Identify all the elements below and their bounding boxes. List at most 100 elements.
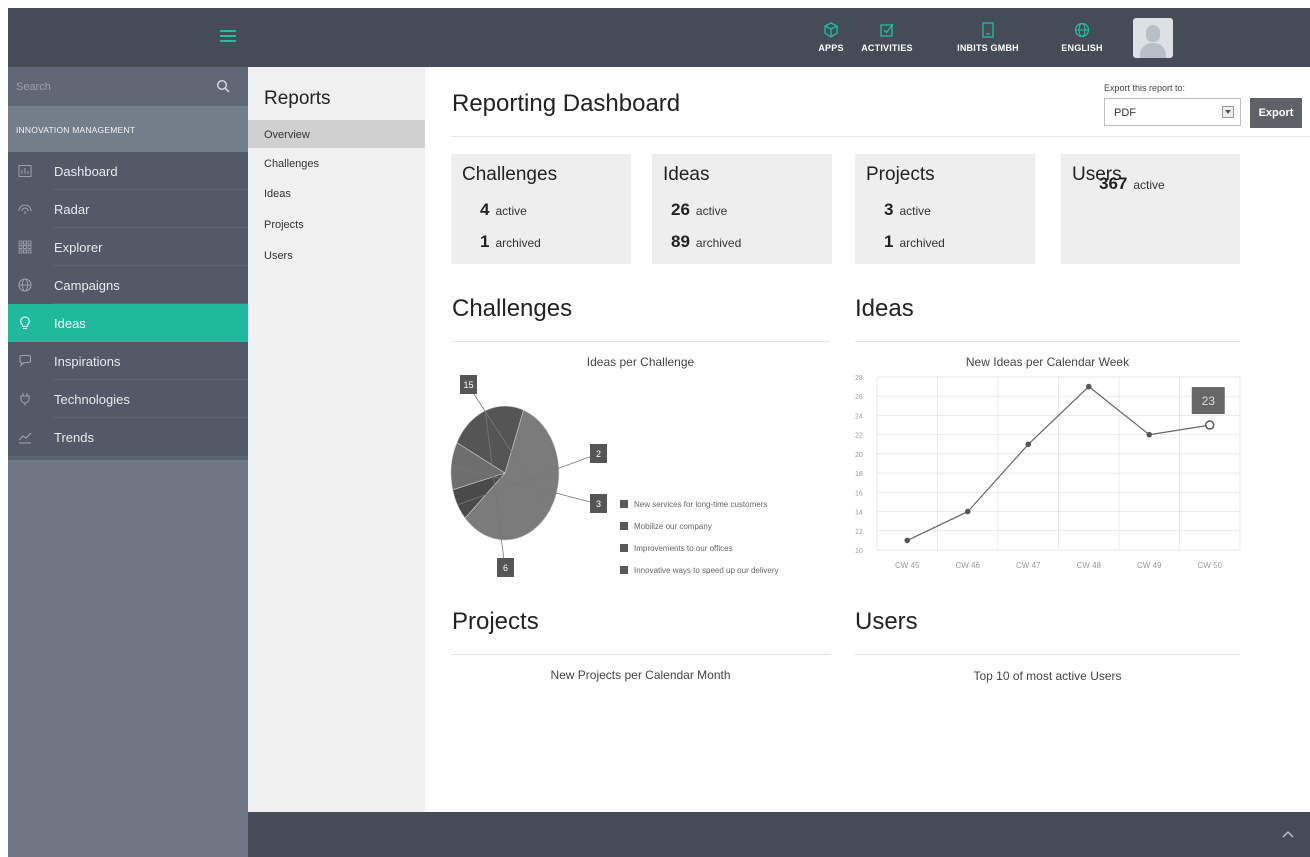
radar-icon <box>18 204 32 214</box>
subnav-item-users[interactable]: Users <box>248 241 425 269</box>
chevron-down-icon <box>1222 106 1234 118</box>
x-tick-label: CW 50 <box>1198 561 1223 570</box>
x-tick-label: CW 46 <box>956 561 981 570</box>
section-challenges-title: Challenges <box>452 295 573 322</box>
globe-icon <box>1074 22 1090 38</box>
sidebar-item-radar[interactable]: Radar <box>8 190 248 228</box>
page-title: Reporting Dashboard <box>452 90 681 117</box>
legend-entry: New services for long-time customers <box>634 500 767 509</box>
subnav-item-overview[interactable]: Overview <box>248 120 425 148</box>
sidebar-filler <box>8 460 248 857</box>
sidebar-item-label: Ideas <box>54 316 86 331</box>
card-projects: Projects 3 active 1 archived <box>855 154 1035 264</box>
new-ideas-per-week-chart: 10 12 14 16 18 20 22 24 26 28 CW 45 CW 46 CW 47 CW 48… <box>855 375 1241 570</box>
sidebar-section-title: INNOVATION MANAGEMENT <box>8 106 248 152</box>
section-divider <box>855 654 1240 655</box>
card-title: Projects <box>866 164 935 185</box>
nav-activities[interactable]: ACTIVITIES <box>854 8 920 67</box>
y-tick-label: 28 <box>855 375 863 382</box>
sidebar-item-technologies[interactable]: Technologies <box>8 380 248 418</box>
card-archived-row: 89 archived <box>671 232 741 252</box>
y-tick-label: 26 <box>855 394 863 401</box>
sidebar-item-ideas[interactable]: Ideas <box>8 304 248 342</box>
search-input[interactable] <box>8 67 208 106</box>
sidebar-item-trends[interactable]: Trends <box>8 418 248 456</box>
sidebar-item-inspirations[interactable]: Inspirations <box>8 342 248 380</box>
nav-company[interactable]: INBITS GMBH <box>946 8 1030 67</box>
subnav-item-challenges[interactable]: Challenges <box>248 149 425 177</box>
card-ideas: Ideas 26 active 89 archived <box>652 154 832 264</box>
legend-entry: Innovative ways to speed up our delivery <box>634 566 779 575</box>
nav-apps[interactable]: APPS <box>808 8 854 67</box>
card-active-count: 3 <box>884 200 894 219</box>
cube-icon <box>824 22 838 38</box>
globe-icon <box>18 278 32 292</box>
data-point <box>1025 441 1032 448</box>
ideas-per-challenge-chart: 15 2 3 6 New services for long-time customer… <box>450 375 779 577</box>
user-avatar[interactable] <box>1133 18 1173 58</box>
nav-language[interactable]: ENGLISH <box>1053 8 1111 67</box>
card-active-label: active <box>899 204 931 218</box>
card-active-row: 4 active <box>480 200 527 220</box>
card-active-row: 3 active <box>884 200 931 220</box>
main-content: Reporting Dashboard Export this report t… <box>425 67 1310 812</box>
legend-swatch <box>620 566 628 574</box>
sidebar-item-explorer[interactable]: Explorer <box>8 228 248 266</box>
chevron-up-icon[interactable] <box>1282 828 1294 840</box>
hamburger-menu-icon[interactable] <box>220 30 236 44</box>
export-button[interactable]: Export <box>1250 98 1302 128</box>
card-active-count: 4 <box>480 200 490 219</box>
tooltip-value: 23 <box>1202 394 1216 408</box>
card-active-label: active <box>695 204 728 218</box>
sidebar-item-label: Dashboard <box>54 164 118 179</box>
subnav-item-projects[interactable]: Projects <box>248 210 425 238</box>
nav-language-label: ENGLISH <box>1061 43 1103 53</box>
legend-swatch <box>620 500 628 508</box>
card-archived-count: 1 <box>884 232 894 251</box>
trend-icon <box>18 432 32 444</box>
x-tick-label: CW 45 <box>895 561 920 570</box>
top-bar: APPS ACTIVITIES INBITS GMBH ENGLISH <box>8 8 1310 67</box>
grid-icon <box>18 240 32 254</box>
subnav-item-ideas[interactable]: Ideas <box>248 179 425 207</box>
export-label: Export this report to: <box>1104 83 1186 93</box>
reports-subnav: Reports Overview Challenges Ideas Projec… <box>248 67 425 812</box>
y-tick-label: 18 <box>855 471 863 478</box>
title-divider <box>451 136 1310 137</box>
data-point <box>1085 383 1092 390</box>
sidebar-item-dashboard[interactable]: Dashboard <box>8 152 248 190</box>
legend-swatch <box>620 544 628 552</box>
export-format-select[interactable]: PDF <box>1104 98 1241 126</box>
card-active-count: 26 <box>671 200 690 219</box>
sidebar: INNOVATION MANAGEMENT Dashboard Radar <box>8 67 248 857</box>
card-archived-label: archived <box>695 236 742 250</box>
card-archived-row: 1 archived <box>884 232 945 252</box>
sidebar-item-label: Trends <box>54 430 94 445</box>
card-title: Ideas <box>663 164 710 185</box>
card-archived-row: 1 archived <box>480 232 541 252</box>
card-active-label: active <box>495 204 527 218</box>
pie-data-label: 15 <box>463 380 473 390</box>
speech-bubble-icon <box>19 354 32 368</box>
sidebar-search <box>8 67 248 106</box>
legend-entry: Improvements to our offices <box>634 544 733 553</box>
y-tick-label: 22 <box>855 433 863 440</box>
card-title: Challenges <box>462 164 558 185</box>
card-active-label: active <box>1133 178 1165 192</box>
sidebar-item-campaigns[interactable]: Campaigns <box>8 266 248 304</box>
checkbox-icon <box>880 23 894 37</box>
projects-chart-title: New Projects per Calendar Month <box>550 668 731 682</box>
search-icon[interactable] <box>216 79 230 93</box>
plug-icon <box>20 393 30 406</box>
dashboard-icon <box>18 165 32 177</box>
section-divider <box>855 341 1240 342</box>
section-ideas-title: Ideas <box>855 295 914 322</box>
y-tick-label: 16 <box>855 490 863 497</box>
data-point-highlighted <box>1205 420 1215 430</box>
y-tick-label: 12 <box>855 529 863 536</box>
card-active-row: 26 active <box>671 200 727 220</box>
footer-bar <box>248 812 1310 857</box>
nav-activities-label: ACTIVITIES <box>861 43 913 53</box>
nav-apps-label: APPS <box>818 43 844 53</box>
section-users-title: Users <box>855 608 918 635</box>
